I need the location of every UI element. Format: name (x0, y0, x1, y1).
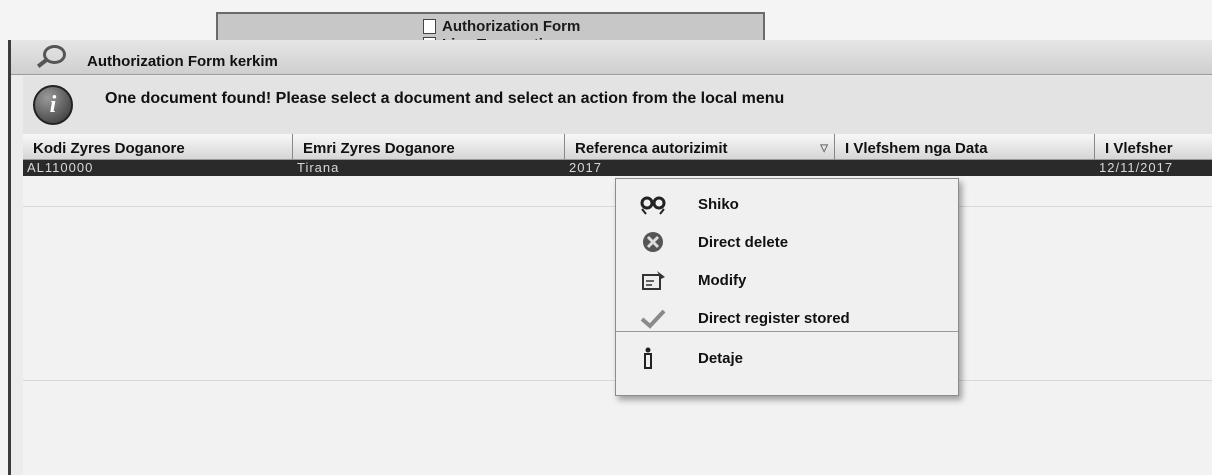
column-header-referenca[interactable]: Referenca autorizimit ▽ (565, 134, 835, 160)
menu-item-label: Shiko (698, 195, 739, 213)
column-header-label: Kodi Zyres Doganore (33, 140, 185, 157)
menu-item-modify[interactable]: Modify (616, 261, 958, 299)
window-title: Authorization Form kerkim (87, 52, 278, 70)
table-cell: 12/11/2017 (1095, 160, 1212, 176)
modify-icon (642, 271, 665, 290)
column-header-kodi-zyres[interactable]: Kodi Zyres Doganore (23, 134, 293, 160)
top-menu-item-authorization-form[interactable]: Authorization Form (423, 18, 580, 35)
table-cell: Tirana (293, 160, 565, 176)
column-header-label: I Vlefsher (1105, 140, 1173, 157)
details-icon (644, 347, 652, 369)
menu-item-label: Direct delete (698, 233, 789, 251)
column-header-label: I Vlefshem nga Data (845, 140, 988, 157)
menu-item-label: Modify (698, 271, 747, 289)
window-title-bar[interactable]: Authorization Form kerkim (11, 40, 1212, 75)
menu-item-direct-delete[interactable]: Direct delete (616, 223, 958, 261)
search-window: Authorization Form kerkim i One document… (8, 40, 1212, 475)
menu-item-label: Detaje (698, 349, 744, 367)
column-header-vlefshem-nga[interactable]: I Vlefshem nga Data (835, 134, 1095, 160)
table-cell: AL110000 (23, 160, 293, 176)
column-header-emri-zyres[interactable]: Emri Zyres Doganore (293, 134, 565, 160)
menu-item-shiko[interactable]: Shiko (616, 185, 958, 223)
top-menu-item-label: Authorization Form (442, 18, 581, 35)
menu-item-label: Direct register stored (698, 309, 850, 327)
document-icon (423, 19, 436, 34)
table-cell (835, 160, 1095, 176)
table-cell: 2017 (565, 160, 835, 176)
info-icon: i (33, 85, 73, 125)
delete-icon (643, 232, 663, 252)
search-icon (33, 44, 67, 70)
context-menu: Shiko Direct delete Modify Direct regist… (615, 178, 959, 396)
menu-separator (616, 331, 958, 332)
column-header-label: Referenca autorizimit (575, 140, 728, 157)
checkmark-icon (640, 309, 666, 329)
sort-icon[interactable]: ▽ (820, 143, 828, 154)
view-icon (640, 196, 666, 215)
column-header-vlefshem-deri[interactable]: I Vlefsher (1095, 134, 1212, 160)
menu-item-detaje[interactable]: Detaje (616, 339, 958, 377)
info-bar: i One document found! Please select a do… (23, 76, 1212, 134)
column-header-label: Emri Zyres Doganore (303, 140, 455, 157)
info-message: One document found! Please select a docu… (105, 90, 785, 107)
